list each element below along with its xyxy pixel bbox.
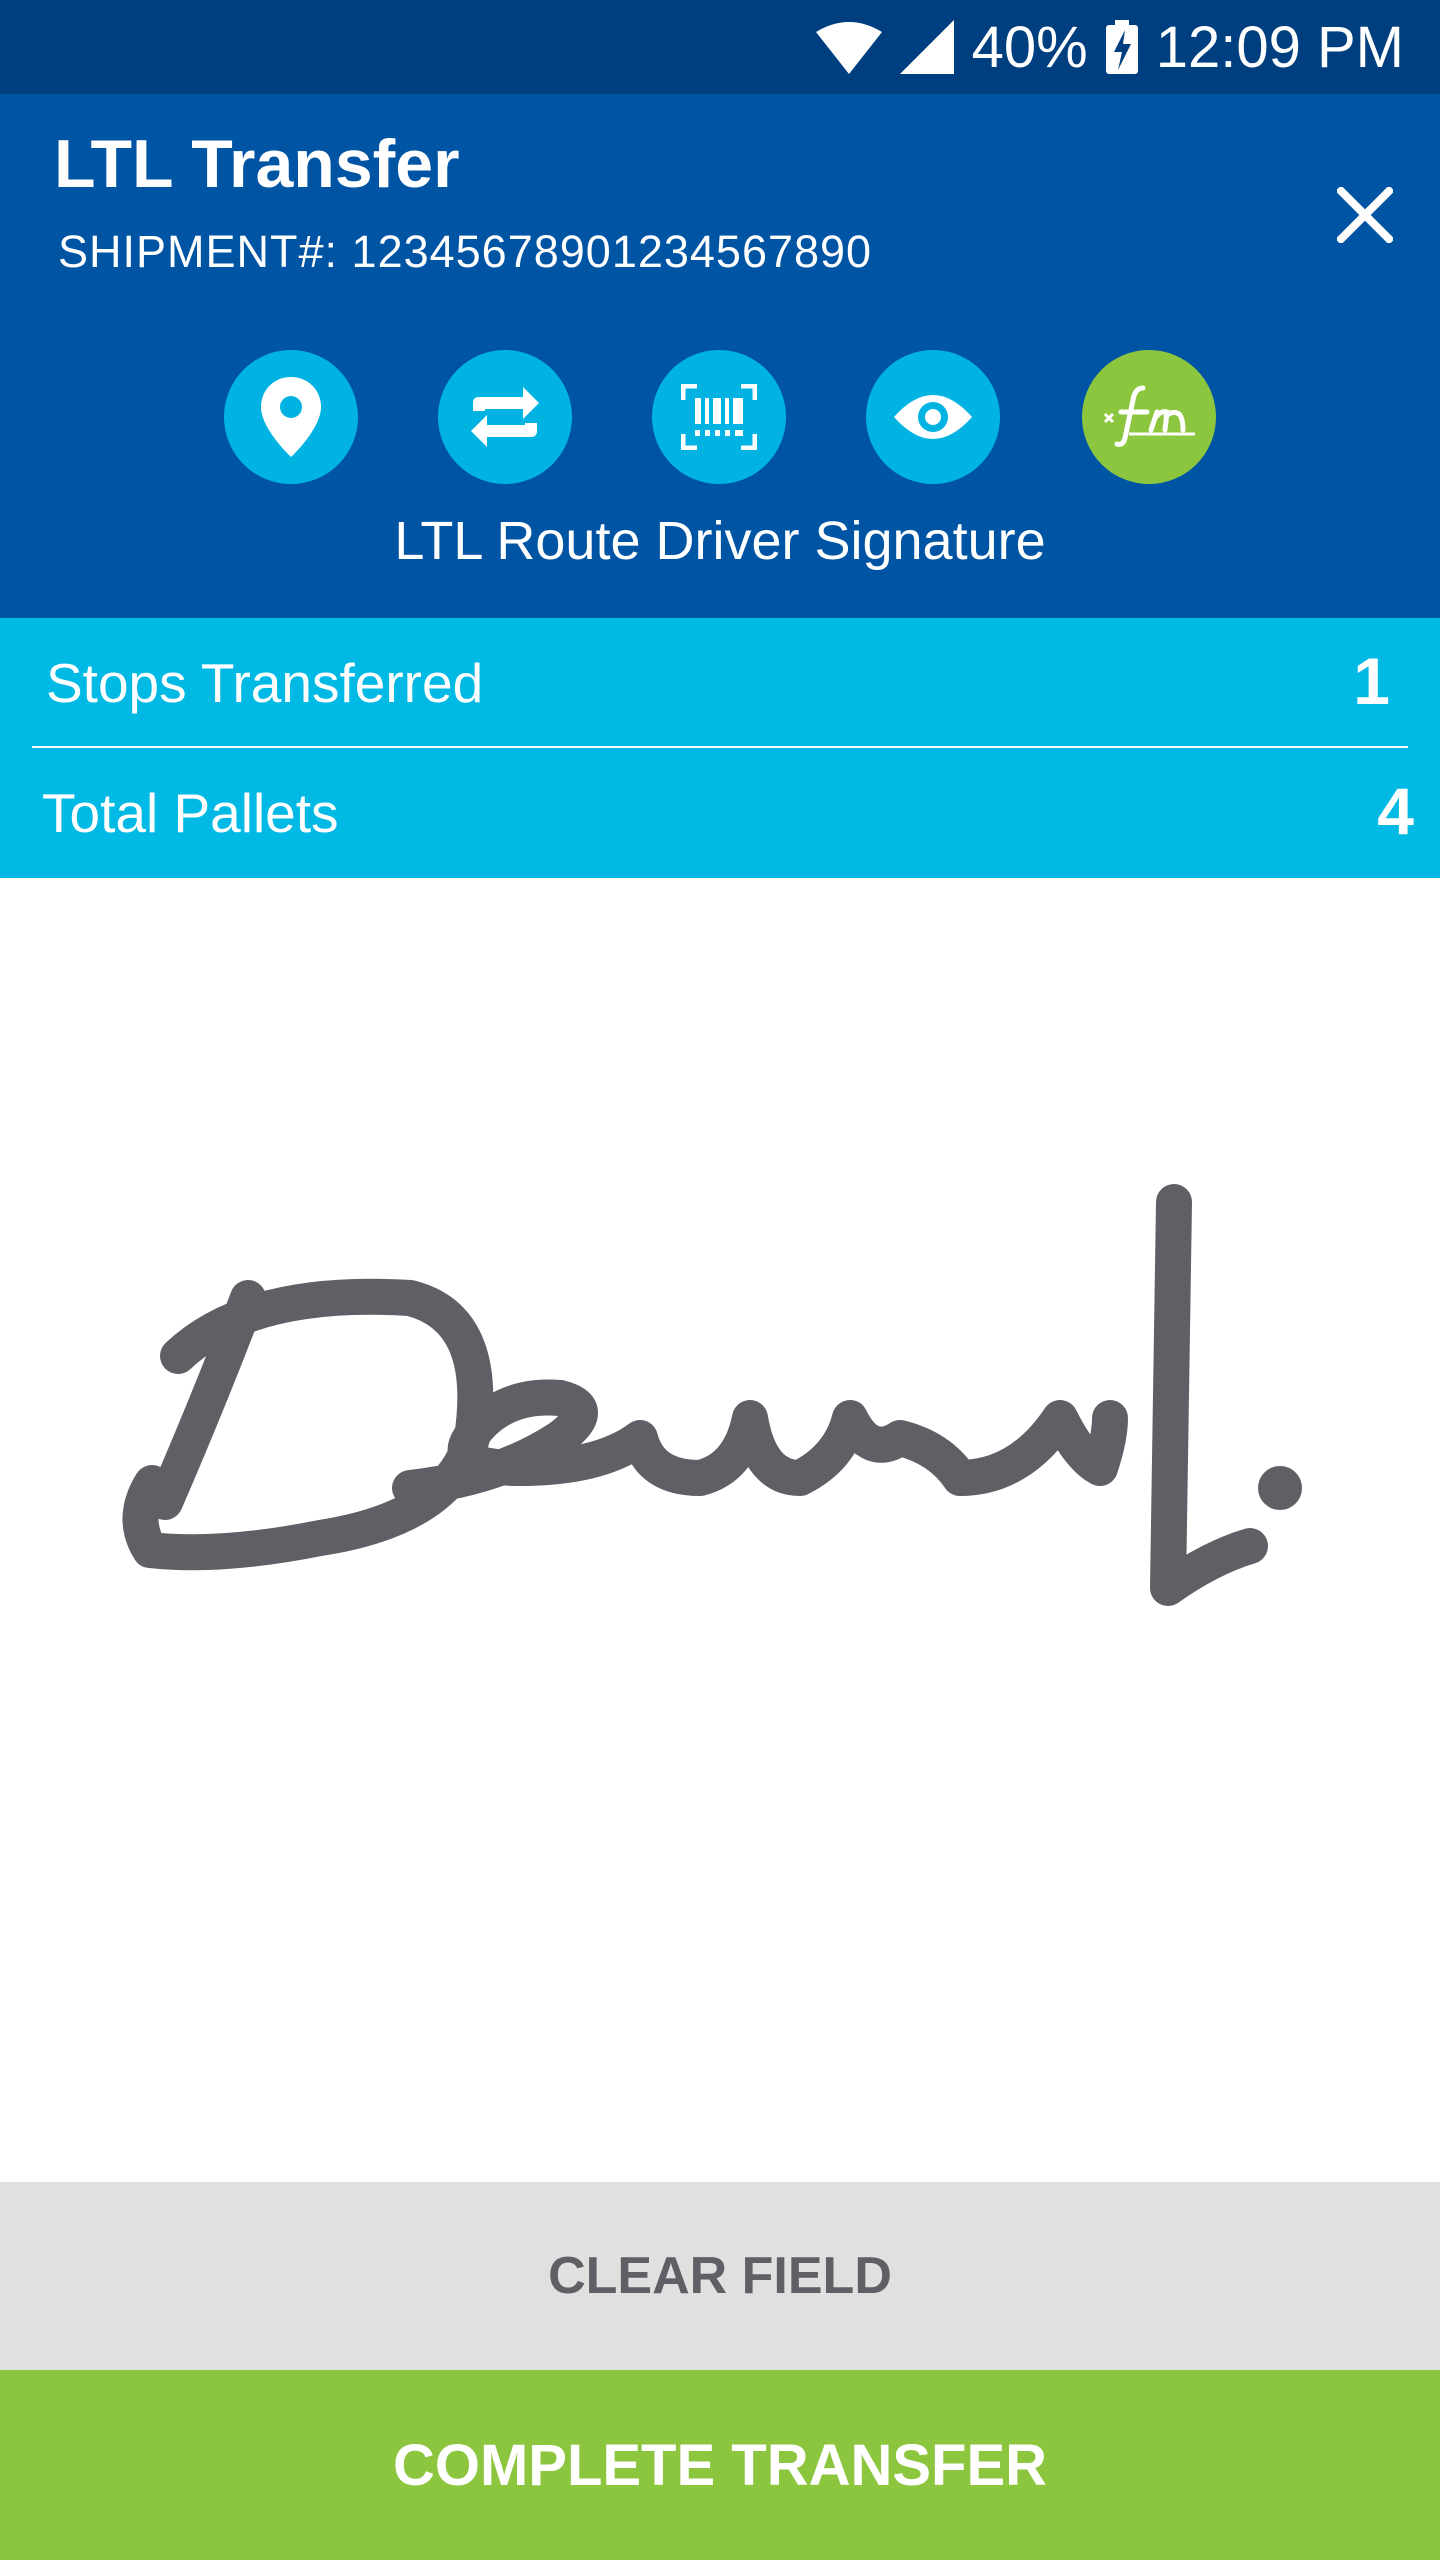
signature-icon [1103,385,1195,447]
summary-row-pallets: Total Pallets 4 [28,748,1414,876]
transfer-arrows-icon [471,387,539,447]
page-title: LTL Transfer [54,126,460,202]
summary-label: Stops Transferred [46,652,484,714]
signature-stroke [122,1184,1302,1606]
complete-transfer-button[interactable]: COMPLETE TRANSFER [0,2370,1440,2560]
barcode-scan-icon [681,384,757,450]
eye-icon [894,395,972,439]
summary-value: 4 [1377,774,1414,848]
clear-field-button[interactable]: CLEAR FIELD [0,2182,1440,2370]
status-bar: 40% 12:09 PM [0,0,1440,94]
shipment-number: SHIPMENT#: 12345678901234567890 [58,226,873,277]
close-button[interactable] [1320,170,1410,260]
clock: 12:09 PM [1155,14,1404,80]
summary-label: Total Pallets [42,782,339,844]
step-signature[interactable] [1082,350,1216,484]
step-caption: LTL Route Driver Signature [394,511,1046,571]
step-scan[interactable] [652,350,786,484]
step-icons [0,350,1440,486]
close-icon [1337,187,1393,243]
step-transfer[interactable] [438,350,572,484]
signature-pad[interactable] [0,878,1440,2182]
summary-value: 1 [1353,644,1390,718]
step-location[interactable] [224,350,358,484]
wifi-icon [815,20,882,74]
cell-signal-icon [899,20,954,74]
transfer-summary: Stops Transferred 1 Total Pallets 4 [0,618,1440,878]
location-pin-icon [261,377,321,457]
step-review[interactable] [866,350,1000,484]
battery-percent: 40% [971,14,1088,80]
header: LTL Transfer SHIPMENT#: 1234567890123456… [0,94,1440,618]
summary-row-stops: Stops Transferred 1 [32,618,1408,746]
battery-charging-icon [1105,20,1138,74]
